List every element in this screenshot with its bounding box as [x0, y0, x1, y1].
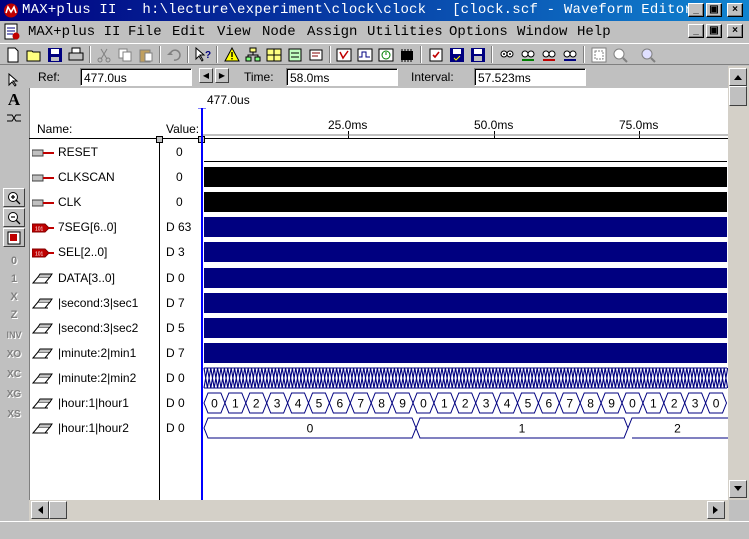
bus-segment-value: 3 [483, 397, 490, 411]
horizontal-scrollbar[interactable] [29, 500, 729, 521]
bus-segment-value: 1 [650, 397, 657, 411]
status-bar [0, 521, 749, 539]
scroll-right-icon[interactable] [707, 501, 725, 519]
scroll-left-icon[interactable] [31, 501, 49, 519]
bus-segment-value: 3 [274, 397, 281, 411]
bus-segment-value: 1 [441, 397, 448, 411]
bus-segment-value: 5 [316, 397, 323, 411]
bus-trace [204, 268, 727, 288]
vertical-scrollbar[interactable] [728, 66, 749, 500]
waveform-traces: 0 1 2 3 4 5 6 7 8 9 0 1 2 3 4 5 6 7 8 9 0 1 2 3 00 1 2 [203, 161, 749, 439]
horizontal-scroll-thumb[interactable] [49, 501, 67, 519]
bus-trace [204, 318, 727, 338]
bus-segment-value: 8 [378, 397, 385, 411]
clock-trace [204, 167, 727, 187]
bus-segment-value: 2 [674, 422, 681, 436]
bus-segment-value: 4 [295, 397, 302, 411]
bus-segment-value: 6 [546, 397, 553, 411]
reference-cursor-line[interactable] [201, 108, 203, 500]
scroll-up-icon[interactable] [729, 68, 747, 86]
scroll-corner [729, 500, 749, 521]
bus-segment-value: 5 [525, 397, 532, 411]
clock-trace [204, 192, 727, 212]
bus-trace [204, 343, 727, 363]
bus-segment-value: 7 [566, 397, 573, 411]
bus-segment-value: 2 [253, 397, 260, 411]
bus-segment-value: 0 [211, 397, 218, 411]
bus-segment-value: 2 [462, 397, 469, 411]
bus-trace [204, 242, 727, 262]
bus-segment-value: 7 [357, 397, 364, 411]
bus-segment-value: 0 [629, 397, 636, 411]
scroll-down-icon[interactable] [729, 480, 747, 498]
cursor-marker-icon[interactable] [198, 107, 206, 120]
bus-segment-value: 8 [587, 397, 594, 411]
bus-segment-value: 3 [692, 397, 699, 411]
bus-segment-value: 1 [519, 422, 526, 436]
bus-trace [203, 367, 729, 389]
bus-segment-value: 9 [399, 397, 406, 411]
vertical-scroll-thumb[interactable] [729, 86, 747, 106]
bus-segment-value: 0 [713, 397, 720, 411]
bus-segment-value: 0 [307, 422, 314, 436]
bus-segment-value: 1 [232, 397, 239, 411]
bus-trace [204, 217, 727, 237]
bus-segment-value: 0 [420, 397, 427, 411]
bus-segment-value: 2 [671, 397, 678, 411]
bus-segment-value: 4 [504, 397, 511, 411]
bus-segment-value: 9 [608, 397, 615, 411]
bus-segment-value: 6 [337, 397, 344, 411]
bus-trace [204, 293, 727, 313]
